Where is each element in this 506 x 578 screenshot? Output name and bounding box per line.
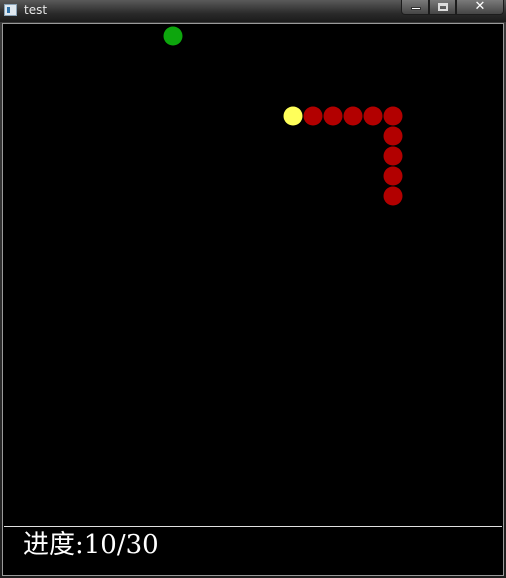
snake-body-segment bbox=[363, 106, 383, 126]
status-divider bbox=[4, 526, 502, 527]
maximize-button[interactable] bbox=[429, 0, 456, 15]
app-window: test ✕ 进度:10/30 bbox=[0, 0, 506, 578]
snake-head bbox=[283, 106, 303, 126]
title-bar[interactable]: test ✕ bbox=[0, 0, 506, 22]
board-background bbox=[3, 24, 503, 527]
game-board bbox=[3, 24, 503, 527]
window-title: test bbox=[24, 3, 48, 17]
snake-body-segment bbox=[323, 106, 343, 126]
minimize-icon bbox=[411, 7, 421, 10]
app-icon bbox=[4, 4, 17, 16]
snake-body-segment bbox=[303, 106, 323, 126]
snake-body-segment bbox=[343, 106, 363, 126]
snake-body-segment bbox=[383, 126, 403, 146]
snake-body-segment bbox=[383, 106, 403, 126]
close-button[interactable]: ✕ bbox=[456, 0, 504, 15]
close-icon: ✕ bbox=[474, 0, 486, 14]
snake-body-segment bbox=[383, 146, 403, 166]
maximize-icon bbox=[438, 3, 448, 11]
minimize-button[interactable] bbox=[401, 0, 429, 15]
game-area: 进度:10/30 bbox=[2, 23, 504, 576]
progress-text: 进度:10/30 bbox=[23, 530, 159, 560]
snake-body-segment bbox=[383, 166, 403, 186]
food-pellet bbox=[163, 26, 183, 46]
snake-body-segment bbox=[383, 186, 403, 206]
